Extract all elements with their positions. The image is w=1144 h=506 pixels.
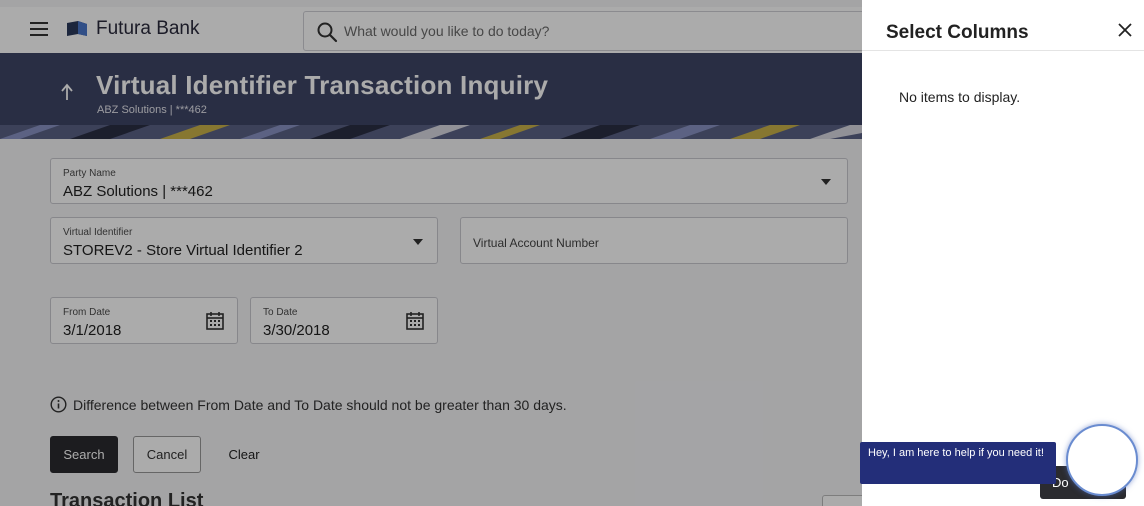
chat-help-message[interactable]: Hey, I am here to help if you need it!	[860, 442, 1056, 484]
empty-message: No items to display.	[899, 89, 1021, 105]
chatbot-avatar[interactable]	[1066, 424, 1138, 496]
panel-title: Select Columns	[886, 22, 1029, 43]
main-content: Futura Bank Virtual Identifier Transacti…	[0, 0, 862, 506]
close-icon[interactable]	[1117, 22, 1133, 38]
modal-overlay[interactable]	[0, 0, 862, 506]
panel-divider	[862, 50, 1144, 51]
